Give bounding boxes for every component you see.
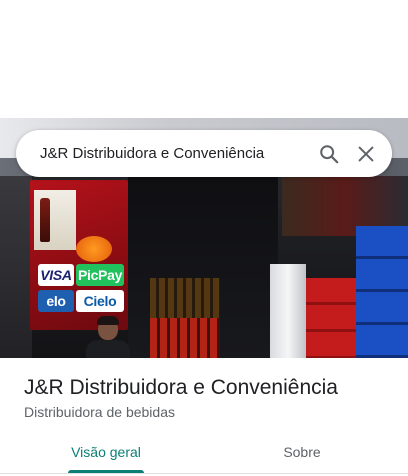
promo-badge <box>76 236 112 262</box>
bottle-shelf-lower <box>150 318 220 358</box>
top-blank-area <box>0 0 408 118</box>
close-icon[interactable] <box>355 143 377 165</box>
place-title: J&R Distribuidora e Conveniência <box>24 376 338 399</box>
visa-logo: VISA <box>38 264 74 286</box>
blue-crates <box>356 226 408 358</box>
bottle-poster <box>34 190 76 250</box>
search-bar[interactable]: J&R Distribuidora e Conveniência <box>16 130 392 177</box>
cielo-logo: Cielo <box>76 290 124 312</box>
white-column <box>270 264 306 358</box>
search-icon[interactable] <box>318 143 340 165</box>
place-category[interactable]: Distribuidora de bebidas <box>24 404 175 420</box>
person-body <box>86 340 130 358</box>
picpay-logo: PicPay <box>76 264 124 286</box>
red-crates <box>306 278 356 358</box>
search-query[interactable]: J&R Distribuidora e Conveniência <box>40 130 264 177</box>
left-wall <box>0 176 32 358</box>
person-hair <box>97 316 119 325</box>
tab-about[interactable]: Sobre <box>262 436 342 476</box>
elo-logo: elo <box>38 290 74 312</box>
person <box>86 316 130 358</box>
tab-divider <box>0 473 408 474</box>
